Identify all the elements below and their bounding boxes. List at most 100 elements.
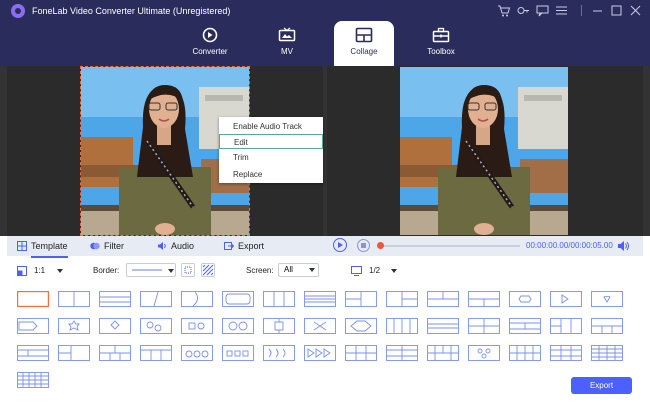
menu-item-enable-audio-track[interactable]: Enable Audio Track [219, 119, 323, 134]
volume-icon[interactable] [617, 240, 629, 252]
template-thumbnail[interactable] [550, 345, 582, 361]
tool-filter[interactable]: Filter [90, 236, 124, 256]
template-thumbnail[interactable] [345, 318, 377, 334]
template-thumbnail[interactable] [17, 318, 49, 334]
export-button[interactable]: Export [571, 377, 632, 394]
tv-icon [278, 27, 296, 42]
template-thumbnail[interactable] [222, 345, 254, 361]
template-thumbnail[interactable] [468, 291, 500, 307]
template-thumbnail[interactable] [58, 345, 90, 361]
audio-icon [158, 242, 166, 250]
template-thumbnail[interactable] [263, 291, 295, 307]
tab-converter-label: Converter [192, 47, 228, 56]
menu-icon[interactable] [554, 3, 569, 18]
border-label: Border: [93, 266, 120, 275]
template-thumbnail[interactable] [591, 291, 623, 307]
close-icon[interactable] [628, 3, 643, 18]
template-thumbnail[interactable] [386, 291, 418, 307]
template-thumbnail[interactable] [345, 291, 377, 307]
aspect-ratio-dropdown-icon[interactable] [57, 269, 63, 273]
template-thumbnail[interactable] [386, 345, 418, 361]
template-thumbnail[interactable] [17, 372, 49, 388]
screen-value: All [284, 265, 293, 274]
aspect-ratio-icon [17, 266, 27, 276]
tab-collage[interactable]: Collage [334, 21, 394, 66]
template-options-row: 1:1 Border: Screen: All 1/2 [0, 260, 650, 282]
template-thumbnail[interactable] [386, 318, 418, 334]
menu-item-trim[interactable]: Trim [219, 150, 323, 165]
template-thumbnail[interactable] [140, 318, 172, 334]
template-thumbnail[interactable] [99, 345, 131, 361]
border-dropdown-icon[interactable] [168, 269, 174, 273]
template-thumbnail[interactable] [509, 291, 541, 307]
template-thumbnail[interactable] [427, 345, 459, 361]
chat-icon[interactable] [535, 3, 550, 18]
template-thumbnail[interactable] [99, 291, 131, 307]
app-window: FoneLab Video Converter Ultimate (Unregi… [0, 0, 650, 412]
key-icon[interactable] [516, 3, 531, 18]
toolbox-icon [432, 27, 450, 43]
template-thumbnail[interactable] [222, 291, 254, 307]
border-pattern-button[interactable] [201, 263, 215, 277]
template-thumbnail[interactable] [550, 318, 582, 334]
time-current: 00:00:00.00 [526, 241, 569, 250]
page-indicator[interactable]: 1/2 [369, 264, 380, 278]
template-thumbnail[interactable] [468, 345, 500, 361]
tool-template[interactable]: Template [17, 236, 68, 258]
screen-dropdown[interactable]: All [278, 263, 319, 277]
border-color-icon [184, 266, 192, 274]
template-thumbnail[interactable] [58, 318, 90, 334]
template-thumbnail[interactable] [304, 318, 336, 334]
aspect-ratio-value[interactable]: 1:1 [34, 264, 45, 278]
app-logo-icon [11, 4, 25, 18]
template-thumbnail[interactable] [140, 291, 172, 307]
template-thumbnail[interactable] [591, 318, 623, 334]
time-total: 00:00:05.00 [570, 241, 613, 250]
template-thumbnail[interactable] [304, 291, 336, 307]
template-thumbnail[interactable] [427, 291, 459, 307]
collage-preview-image [400, 67, 568, 235]
playback-bar: 00:00:00.00/00:00:05.00 [325, 236, 643, 256]
filter-icon [90, 242, 100, 250]
screen-label: Screen: [246, 266, 274, 275]
template-thumbnail[interactable] [263, 318, 295, 334]
template-thumbnail[interactable] [509, 345, 541, 361]
tab-mv[interactable]: MV [257, 21, 317, 66]
menu-item-replace[interactable]: Replace [219, 167, 323, 182]
monitor-icon [351, 266, 362, 276]
time-display: 00:00:00.00/00:00:05.00 [526, 241, 613, 250]
template-thumbnail[interactable] [468, 318, 500, 334]
context-menu: Enable Audio Track Edit Trim Replace [219, 117, 323, 183]
template-thumbnail[interactable] [181, 318, 213, 334]
template-thumbnail[interactable] [427, 318, 459, 334]
template-thumbnail[interactable] [181, 345, 213, 361]
template-thumbnail[interactable] [263, 345, 295, 361]
template-thumbnail[interactable] [591, 345, 623, 361]
template-thumbnail[interactable] [140, 345, 172, 361]
template-thumbnail[interactable] [181, 291, 213, 307]
template-thumbnail[interactable] [58, 291, 90, 307]
template-thumbnail[interactable] [304, 345, 336, 361]
tab-converter[interactable]: Converter [180, 21, 240, 66]
template-thumbnail[interactable] [509, 318, 541, 334]
template-thumbnail[interactable] [222, 318, 254, 334]
progress-track[interactable] [377, 242, 520, 249]
progress-handle[interactable] [377, 242, 384, 249]
page-dropdown-icon[interactable] [391, 269, 397, 273]
template-thumbnail[interactable] [17, 291, 49, 307]
template-thumbnail[interactable] [345, 345, 377, 361]
stop-icon[interactable] [357, 239, 370, 252]
play-icon[interactable] [333, 238, 347, 252]
tab-toolbox[interactable]: Toolbox [411, 21, 471, 66]
border-color-button[interactable] [181, 263, 195, 277]
menu-item-edit[interactable]: Edit [219, 134, 323, 149]
cart-icon[interactable] [496, 3, 511, 18]
app-title: FoneLab Video Converter Ultimate (Unregi… [32, 6, 231, 16]
template-thumbnail[interactable] [99, 318, 131, 334]
tool-audio[interactable]: Audio [158, 236, 194, 256]
template-thumbnail[interactable] [17, 345, 49, 361]
template-thumbnail[interactable] [550, 291, 582, 307]
minimize-icon[interactable] [590, 3, 605, 18]
tool-export[interactable]: Export [224, 236, 264, 256]
maximize-icon[interactable] [609, 3, 624, 18]
